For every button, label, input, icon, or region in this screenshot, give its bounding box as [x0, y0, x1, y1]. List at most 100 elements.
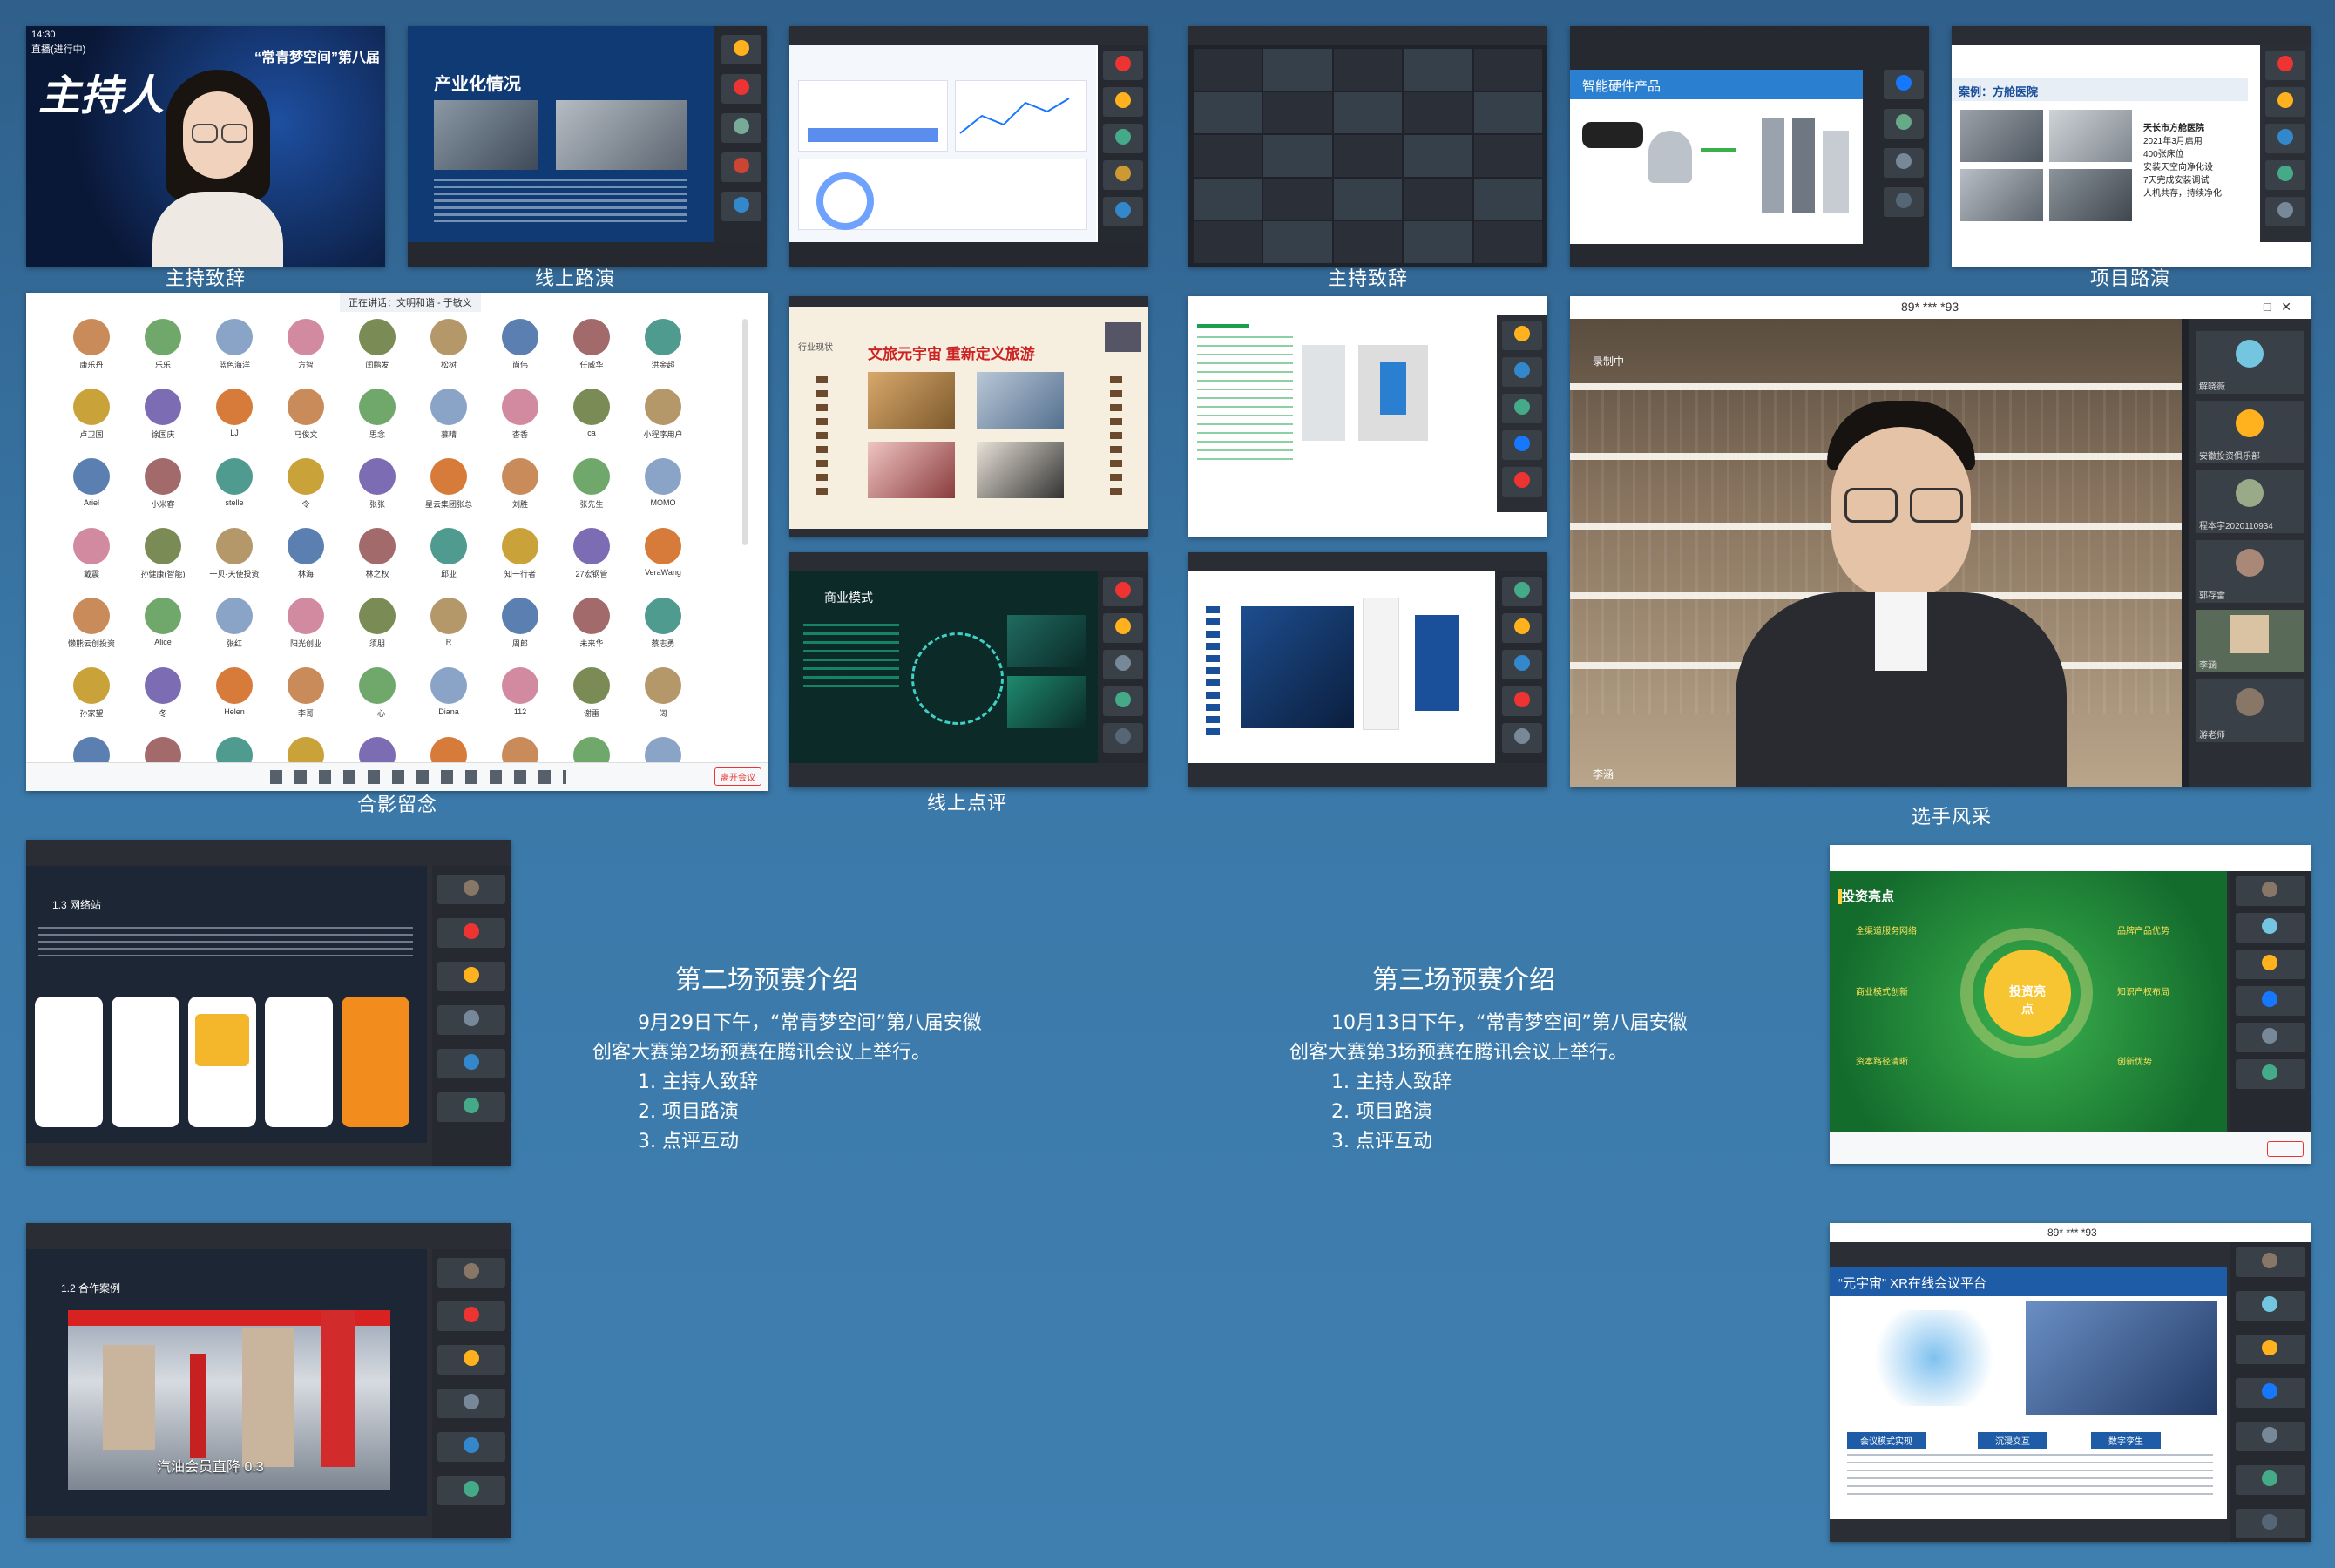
- participant-avatar[interactable]: [502, 528, 538, 564]
- participant-avatar[interactable]: [216, 598, 253, 634]
- participant-avatar[interactable]: [645, 528, 681, 564]
- xr-slide-tile[interactable]: 89* *** *93 “元宇宙” XR在线会议平台 会议模式实现 沉浸交互 数…: [1830, 1223, 2311, 1542]
- participant-avatar[interactable]: [216, 319, 253, 355]
- participant-avatar[interactable]: [145, 389, 181, 425]
- participant-avatar[interactable]: [573, 528, 610, 564]
- participant-avatar[interactable]: [573, 458, 610, 495]
- participant-avatar[interactable]: [502, 319, 538, 355]
- participant-name: 任威华: [579, 361, 604, 369]
- smart-hardware-slide-tile[interactable]: 智能硬件产品: [1570, 26, 1929, 267]
- participant-avatar[interactable]: [573, 598, 610, 634]
- participant-avatar[interactable]: [288, 319, 324, 355]
- review-slide-tile[interactable]: 行业现状 文旅元宇宙 重新定义旅游: [789, 296, 1148, 537]
- participant-avatar[interactable]: [359, 598, 396, 634]
- participant-avatar[interactable]: [73, 667, 110, 704]
- participant-avatar[interactable]: [216, 389, 253, 425]
- participant-avatar[interactable]: [645, 458, 681, 495]
- participant-name: 周郎: [511, 639, 528, 648]
- gallery-view-tile[interactable]: [1188, 26, 1547, 267]
- slide-tag: 行业现状: [798, 343, 833, 353]
- participant-name: 康乐丹: [79, 361, 104, 369]
- participant-avatar[interactable]: [145, 528, 181, 564]
- participant-name: Diana: [438, 707, 459, 716]
- participant-avatar[interactable]: [145, 598, 181, 634]
- participant-avatar[interactable]: [288, 598, 324, 634]
- side-participant[interactable]: 郭存雷: [2196, 540, 2304, 603]
- participant-avatar[interactable]: [645, 667, 681, 704]
- app-slide-tile[interactable]: 1.3 网络站: [26, 840, 511, 1166]
- participant-avatar[interactable]: [145, 319, 181, 355]
- participant-avatar[interactable]: [288, 458, 324, 495]
- participant-name: 谢雷: [583, 709, 599, 718]
- participant-avatar[interactable]: [502, 389, 538, 425]
- participant-avatar[interactable]: [288, 528, 324, 564]
- participant-name: 张红: [226, 639, 242, 648]
- group-photo-tile[interactable]: 正在讲话：文明和谐 - 于敏义 康乐丹 乐乐 蓝色海洋 方智 闰鹏发 松树 尚伟 任威华 洪金超…: [26, 293, 768, 791]
- participant-avatar[interactable]: [573, 319, 610, 355]
- participant-avatar[interactable]: [73, 458, 110, 495]
- side-participant[interactable]: 程本宇2020110934: [2196, 470, 2304, 533]
- participant-avatar[interactable]: [145, 458, 181, 495]
- participant-avatar[interactable]: [216, 458, 253, 495]
- invest-slide-tile[interactable]: 投资亮点 投资亮点 全渠道服务网络 商业模式创新 资本路径清晰 品牌产品优势 知…: [1830, 845, 2311, 1164]
- participant-name: 知一行者: [504, 570, 536, 578]
- participant-avatar[interactable]: [645, 319, 681, 355]
- round3-item3: 3. 点评互动: [1331, 1131, 1432, 1152]
- participant-avatar[interactable]: [430, 389, 467, 425]
- participant-avatar[interactable]: [645, 389, 681, 425]
- participant-avatar[interactable]: [430, 319, 467, 355]
- participant-avatar[interactable]: [573, 667, 610, 704]
- participant-avatar[interactable]: [359, 319, 396, 355]
- window-controls[interactable]: —□✕: [2241, 300, 2302, 314]
- participant-avatar[interactable]: [502, 598, 538, 634]
- cooperation-slide-tile[interactable]: 1.2 合作案例 汽油会员直降 0.3: [26, 1223, 511, 1538]
- leave-meeting-button[interactable]: [2267, 1141, 2304, 1157]
- participant-avatar[interactable]: [430, 667, 467, 704]
- participant-avatar[interactable]: [573, 389, 610, 425]
- participant-avatar[interactable]: [73, 528, 110, 564]
- participant-avatar[interactable]: [145, 667, 181, 704]
- side-participant[interactable]: 解晓薇: [2196, 331, 2304, 394]
- leave-meeting-button[interactable]: 离开会议: [714, 767, 761, 786]
- participant-avatar[interactable]: [430, 458, 467, 495]
- participant-name: 112: [513, 707, 527, 716]
- participant-avatar[interactable]: [216, 528, 253, 564]
- participant-name: 方智: [297, 361, 314, 369]
- round3-line1: 10月13日下午，“常青梦空间”第八届安徽: [1331, 1012, 1688, 1034]
- side-participant[interactable]: 安徽投资俱乐部: [2196, 401, 2304, 463]
- participant-name: 一心: [369, 709, 385, 718]
- participant-avatar[interactable]: [359, 389, 396, 425]
- host-video-tile[interactable]: 14:30 直播(进行中) 主持人 “常青梦空间”第八届: [26, 26, 385, 267]
- participant-avatar[interactable]: [73, 598, 110, 634]
- participant-avatar[interactable]: [288, 667, 324, 704]
- participant-avatar[interactable]: [430, 598, 467, 634]
- participant-name: 张张: [369, 500, 385, 509]
- industrial-slide-tile[interactable]: [1188, 552, 1547, 787]
- participant-avatar[interactable]: [430, 528, 467, 564]
- participant-avatar[interactable]: [216, 667, 253, 704]
- participant-avatar[interactable]: [73, 389, 110, 425]
- round3-item1: 1. 主持人致辞: [1331, 1071, 1452, 1093]
- participant-avatar[interactable]: [359, 667, 396, 704]
- side-participant[interactable]: 游老师: [2196, 679, 2304, 742]
- participant-avatar[interactable]: [73, 319, 110, 355]
- participant-name: 洪金超: [651, 361, 675, 369]
- contestant-video-tile[interactable]: 89* *** *93 —□✕ 录制中 李涵 解晓薇 安徽投资俱乐部 程本宇20…: [1570, 296, 2311, 787]
- business-model-slide-tile[interactable]: 商业模式: [789, 552, 1148, 787]
- roadshow-slide-tile[interactable]: 产业化情况: [408, 26, 767, 267]
- case-slide-tile[interactable]: 案例：方舱医院 天长市方舱医院 2021年3月启用 400张床位 安装天空向净化…: [1952, 26, 2311, 267]
- dashboard-slide-tile[interactable]: [789, 26, 1148, 267]
- participant-avatar[interactable]: [288, 389, 324, 425]
- product-slide-tile[interactable]: [1188, 296, 1547, 537]
- participant-avatar[interactable]: [502, 667, 538, 704]
- participant-avatar[interactable]: [502, 458, 538, 495]
- round3-item2: 2. 项目路演: [1331, 1101, 1432, 1123]
- participant-avatar[interactable]: [645, 598, 681, 634]
- slide-title: 投资亮点: [1842, 889, 1895, 904]
- participant-avatar[interactable]: [359, 528, 396, 564]
- participant-avatar[interactable]: [359, 458, 396, 495]
- clock-label: 14:30: [31, 30, 56, 40]
- round3-intro: 第三场预赛介绍 10月13日下午，“常青梦空间”第八届安徽 创客大赛第3场预赛在…: [1289, 958, 1743, 1157]
- participant-name: 须朋: [369, 639, 385, 648]
- side-participant[interactable]: 李涵: [2196, 610, 2304, 672]
